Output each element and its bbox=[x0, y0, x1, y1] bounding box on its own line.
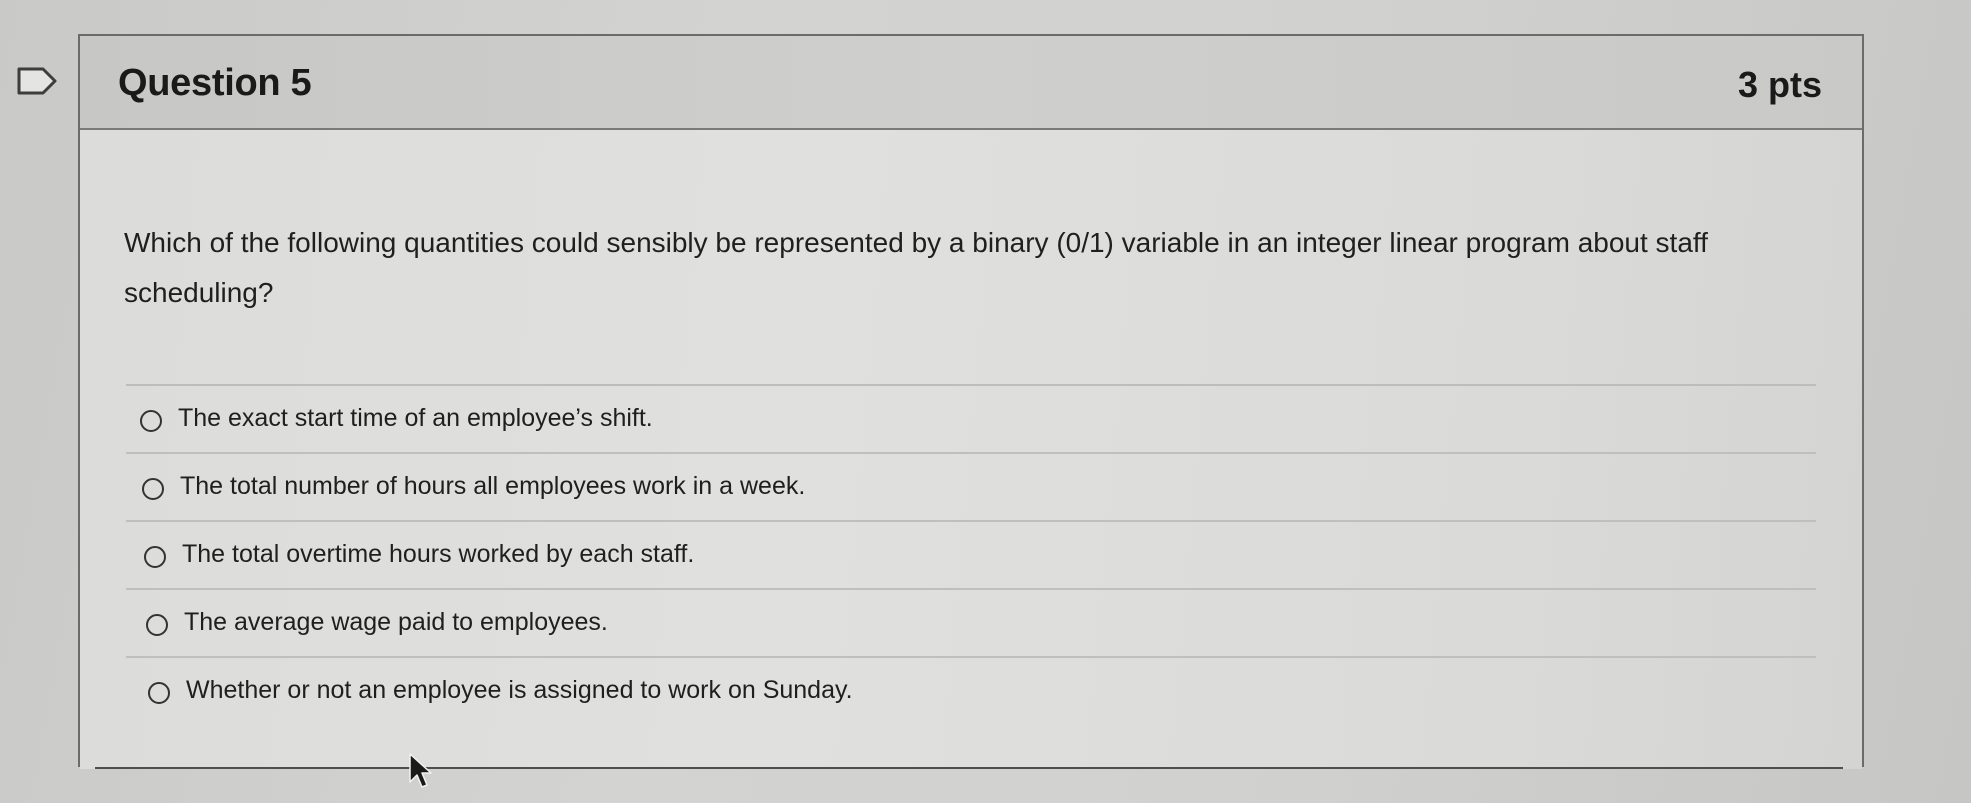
question-card: Question 5 3 pts Which of the following … bbox=[78, 34, 1864, 769]
question-title: Question 5 bbox=[118, 62, 312, 104]
answer-label: The exact start time of an employee’s sh… bbox=[178, 404, 653, 432]
answer-label: Whether or not an employee is assigned t… bbox=[186, 676, 853, 704]
answer-option-1[interactable]: The exact start time of an employee’s sh… bbox=[126, 386, 1816, 454]
answer-label: The average wage paid to employees. bbox=[184, 608, 608, 636]
question-body: Which of the following quantities could … bbox=[80, 130, 1862, 769]
radio-unselected-icon[interactable] bbox=[140, 410, 162, 432]
answer-option-3[interactable]: The total overtime hours worked by each … bbox=[126, 522, 1816, 590]
question-points: 3 pts bbox=[1737, 64, 1822, 105]
mouse-pointer-icon bbox=[409, 753, 432, 788]
question-prompt: Which of the following quantities could … bbox=[124, 227, 1708, 308]
answer-option-4[interactable]: The average wage paid to employees. bbox=[126, 590, 1816, 658]
answer-option-5[interactable]: Whether or not an employee is assigned t… bbox=[126, 658, 1816, 726]
answer-list: The exact start time of an employee’s sh… bbox=[126, 386, 1816, 726]
answer-label: The total number of hours all employees … bbox=[180, 472, 806, 500]
radio-unselected-icon[interactable] bbox=[148, 682, 170, 704]
flag-question-icon[interactable] bbox=[16, 66, 60, 96]
answer-option-2[interactable]: The total number of hours all employees … bbox=[126, 454, 1816, 522]
radio-unselected-icon[interactable] bbox=[146, 614, 168, 636]
question-header: Question 5 3 pts bbox=[80, 36, 1862, 130]
radio-unselected-icon[interactable] bbox=[144, 546, 166, 568]
radio-unselected-icon[interactable] bbox=[142, 478, 164, 500]
answer-label: The total overtime hours worked by each … bbox=[182, 540, 695, 568]
card-bottom-border bbox=[95, 767, 1843, 769]
